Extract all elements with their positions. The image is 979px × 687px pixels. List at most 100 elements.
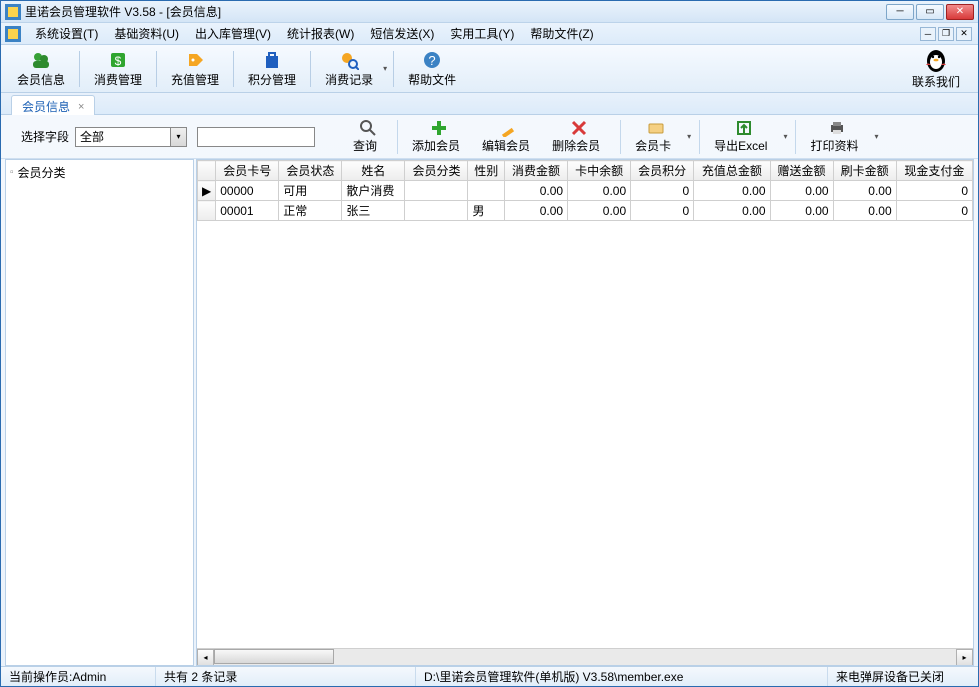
col-points[interactable]: 会员积分 — [631, 161, 694, 181]
scroll-right-button[interactable]: ▸ — [956, 649, 973, 666]
toolbar-separator — [233, 51, 234, 87]
btn-edit-member[interactable]: 编辑会员 — [474, 117, 544, 156]
printer-icon — [828, 119, 846, 137]
cell-balance: 0.00 — [568, 181, 631, 201]
filter-toolbar: 选择字段 全部 ▾ 查询 添加会员 编辑会员 删除会员 — [1, 115, 978, 159]
money-icon: $ — [108, 50, 128, 70]
tb-contact-us[interactable]: 联系我们 — [912, 47, 972, 90]
cell-name: 张三 — [342, 201, 405, 221]
bag-icon — [262, 50, 282, 70]
col-card-no[interactable]: 会员卡号 — [216, 161, 279, 181]
cell-cash-pay: 0 — [896, 201, 972, 221]
col-swipe-amt[interactable]: 刷卡金额 — [833, 161, 896, 181]
menu-basic-data[interactable]: 基础资料(U) — [106, 23, 187, 44]
mdi-minimize-button[interactable]: ─ — [920, 27, 936, 41]
tb-consume-mgmt[interactable]: $ 消费管理 — [84, 48, 152, 90]
tab-close-icon[interactable]: × — [78, 101, 84, 113]
cell-points: 0 — [631, 201, 694, 221]
mdi-close-button[interactable]: ✕ — [956, 27, 972, 41]
category-sidebar: 会员分类 — [5, 159, 194, 666]
filter-search-input[interactable] — [197, 127, 315, 147]
maximize-button[interactable]: ▭ — [916, 4, 944, 20]
content-area: 选择字段 全部 ▾ 查询 添加会员 编辑会员 删除会员 — [1, 115, 978, 666]
col-status[interactable]: 会员状态 — [279, 161, 342, 181]
menu-utilities[interactable]: 实用工具(Y) — [442, 23, 522, 44]
workspace: 会员分类 会员卡号 会员状态 姓名 会员分类 性别 — [1, 159, 978, 666]
close-button[interactable]: ✕ — [946, 4, 974, 20]
member-grid: 会员卡号 会员状态 姓名 会员分类 性别 消费金额 卡中余额 会员积分 充值总金… — [196, 159, 974, 666]
btn-member-card-dropdown[interactable]: ▾ — [685, 132, 693, 141]
cell-balance: 0.00 — [568, 201, 631, 221]
grid-indicator-col — [198, 161, 216, 181]
col-cash-pay[interactable]: 现金支付金 — [896, 161, 972, 181]
menu-help[interactable]: 帮助文件(Z) — [522, 23, 601, 44]
scroll-thumb[interactable] — [214, 649, 334, 664]
menu-reports[interactable]: 统计报表(W) — [279, 23, 362, 44]
table-row[interactable]: ▶00000可用散户消费0.000.0000.000.000.000 — [198, 181, 973, 201]
help-icon: ? — [422, 50, 442, 70]
cell-gift-amt: 0.00 — [770, 181, 833, 201]
tb-points-mgmt[interactable]: 积分管理 — [238, 48, 306, 90]
cell-status: 可用 — [279, 181, 342, 201]
col-gift-amt[interactable]: 赠送金额 — [770, 161, 833, 181]
btn-member-card[interactable]: 会员卡 — [627, 117, 685, 156]
col-consume-amt[interactable]: 消费金额 — [505, 161, 568, 181]
scroll-left-button[interactable]: ◂ — [197, 649, 214, 666]
statusbar: 当前操作员: Admin 共有 2 条记录 D:\里诺会员管理软件(单机版) V… — [1, 666, 978, 686]
cell-recharge-total: 0.00 — [694, 201, 770, 221]
btn-print-dropdown[interactable]: ▾ — [872, 132, 880, 141]
cell-status: 正常 — [279, 201, 342, 221]
tree-root-node[interactable]: 会员分类 — [10, 164, 189, 181]
horizontal-scrollbar[interactable]: ◂ ▸ — [197, 648, 973, 665]
tab-label: 会员信息 — [22, 98, 70, 115]
col-category[interactable]: 会员分类 — [405, 161, 468, 181]
export-icon — [735, 119, 753, 137]
col-recharge-total[interactable]: 充值总金额 — [694, 161, 770, 181]
minimize-button[interactable]: ─ — [886, 4, 914, 20]
mdi-restore-button[interactable]: ❐ — [938, 27, 954, 41]
table-row[interactable]: 00001正常张三男0.000.0000.000.000.000 — [198, 201, 973, 221]
toolbar-separator — [156, 51, 157, 87]
btn-export-excel[interactable]: 导出Excel — [706, 117, 781, 156]
cell-gift-amt: 0.00 — [770, 201, 833, 221]
row-indicator — [198, 201, 216, 221]
menu-sms[interactable]: 短信发送(X) — [362, 23, 442, 44]
tb-member-info[interactable]: 会员信息 — [7, 48, 75, 90]
col-gender[interactable]: 性别 — [468, 161, 505, 181]
scroll-track[interactable] — [214, 649, 956, 666]
cell-points: 0 — [631, 181, 694, 201]
status-popup-device: 来电弹屏设备已关闭 — [828, 667, 978, 686]
btn-add-member[interactable]: 添加会员 — [404, 117, 474, 156]
col-name[interactable]: 姓名 — [342, 161, 405, 181]
svg-text:$: $ — [115, 54, 122, 68]
cell-card-no: 00001 — [216, 201, 279, 221]
btn-export-dropdown[interactable]: ▾ — [781, 132, 789, 141]
tb-help[interactable]: ? 帮助文件 — [398, 48, 466, 90]
row-indicator: ▶ — [198, 181, 216, 201]
toolbar-separator — [397, 120, 398, 154]
filter-field-combo[interactable]: 全部 ▾ — [75, 127, 187, 147]
toolbar-separator — [620, 120, 621, 154]
cell-gender: 男 — [468, 201, 505, 221]
toolbar-separator — [699, 120, 700, 154]
cell-card-no: 00000 — [216, 181, 279, 201]
users-icon — [31, 50, 51, 70]
qq-penguin-icon — [923, 47, 949, 73]
btn-delete-member[interactable]: 删除会员 — [544, 117, 614, 156]
tb-consume-log[interactable]: 消费记录 — [315, 48, 383, 90]
menu-system-settings[interactable]: 系统设置(T) — [27, 23, 106, 44]
combo-dropdown-icon[interactable]: ▾ — [170, 128, 186, 146]
cell-category — [405, 181, 468, 201]
tb-consume-log-dropdown[interactable]: ▾ — [381, 57, 389, 81]
grid-header-row: 会员卡号 会员状态 姓名 会员分类 性别 消费金额 卡中余额 会员积分 充值总金… — [198, 161, 973, 181]
toolbar-separator — [310, 51, 311, 87]
cell-consume-amt: 0.00 — [505, 201, 568, 221]
filter-field-label: 选择字段 — [21, 128, 69, 145]
tb-recharge-mgmt[interactable]: 充值管理 — [161, 48, 229, 90]
col-balance[interactable]: 卡中余额 — [568, 161, 631, 181]
btn-print[interactable]: 打印资料 — [802, 117, 872, 156]
cell-category — [405, 201, 468, 221]
menu-inventory[interactable]: 出入库管理(V) — [187, 23, 279, 44]
tab-member-info[interactable]: 会员信息 × — [11, 95, 95, 115]
btn-query[interactable]: 查询 — [345, 117, 391, 156]
